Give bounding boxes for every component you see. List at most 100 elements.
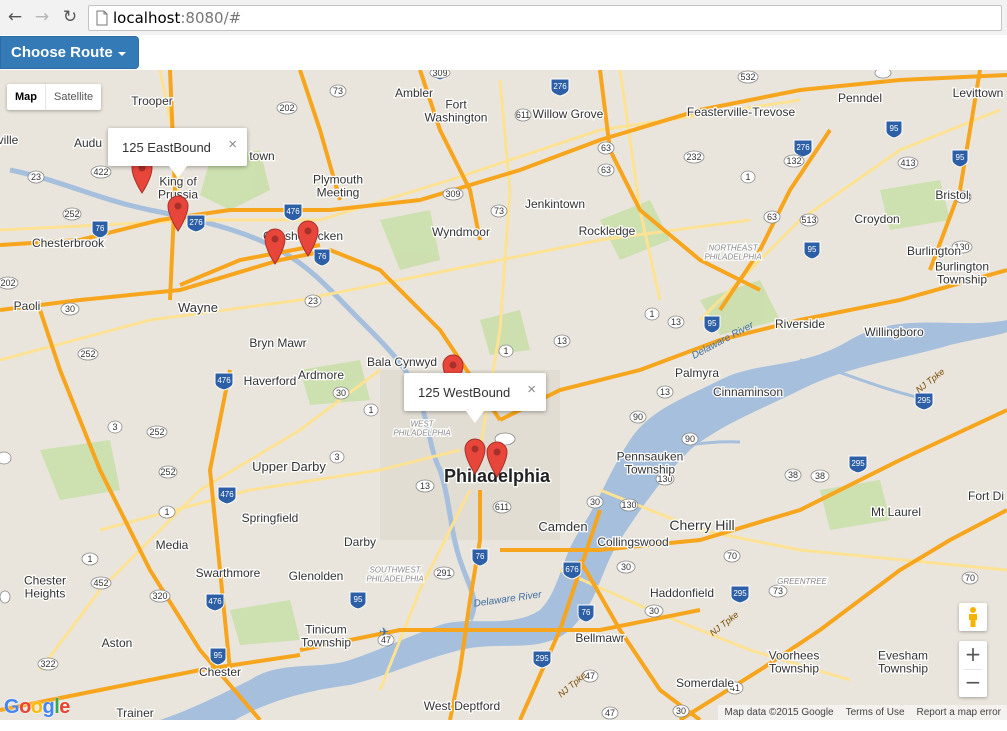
place-label: Willingboro [864,325,924,339]
caret-down-icon [117,51,126,56]
place-label: Chester [199,665,241,679]
place-label: Bellmawr [575,631,624,645]
map-type-map-button[interactable]: Map [7,84,45,110]
map-attribution: Map data ©2015 Google Terms of Use Repor… [718,705,1007,720]
address-bar[interactable]: localhost:8080/# [88,5,1002,31]
close-icon[interactable]: × [228,136,237,153]
map-type-control: Map Satellite [7,84,102,110]
place-label: Tinicum Township [301,623,351,650]
zoom-control: + − [959,641,987,697]
place-label: Chesterbrook [32,236,105,250]
browser-toolbar: ← → ↻ localhost:8080/# [0,0,1007,36]
place-label: Glenolden [289,569,344,583]
river-label: Delaware River [473,589,543,609]
place-label: Pennsauken Township [617,450,684,477]
place-label: Palmyra [675,366,719,380]
app-toolbar: Choose Route [0,35,1007,70]
place-label: Trooper [131,94,173,108]
place-label: Burlington Township [935,260,989,287]
place-label: NORTHEAST PHILADELPHIA [704,244,761,262]
place-label: Trainer [116,706,154,720]
info-window-tail [168,166,187,178]
place-label: Chester Heights [24,574,66,601]
place-label: Penndel [838,91,882,105]
url-text: localhost:8080/# [113,9,241,27]
place-label: Burlington [907,244,961,258]
url-path: :8080/# [180,9,242,27]
place-label: Haverford [244,374,297,388]
place-label: Willow Grove [533,107,604,121]
place-label: Darby [344,535,376,549]
route-marker[interactable] [264,227,286,265]
place-label: ville [0,133,19,147]
place-label: Wyndmoor [432,225,490,239]
page-icon [96,10,108,26]
place-label: Jenkintown [525,197,585,211]
place-label: Ardmore [298,368,344,382]
back-icon[interactable]: ← [5,7,25,27]
place-label: Upper Darby [252,459,326,474]
info-window-westbound: 125 WestBound × [404,373,546,423]
place-label: Feasterville-Trevose [687,105,796,119]
place-label: Fort Di [968,489,1004,503]
place-label: Somerdale [676,676,734,690]
place-label: GREENTREE [777,577,827,586]
report-error-link[interactable]: Report a map error [911,707,1007,718]
place-label: Audu [74,136,102,150]
place-label: Media [156,538,189,552]
route-marker[interactable] [297,219,319,257]
map-data-text: Map data ©2015 Google [724,707,834,718]
map-canvas[interactable]: 76 276 476 76 276 276 95 95 95 476 476 4… [0,70,1007,720]
info-window-title: 125 EastBound [122,139,211,155]
place-label: WEST PHILADELPHIA [393,420,450,438]
terms-link[interactable]: Terms of Use [840,707,911,718]
close-icon[interactable]: × [527,381,536,398]
place-label: Riverside [775,317,825,331]
place-label: Haddonfield [650,586,714,600]
info-window-title: 125 WestBound [418,384,511,400]
place-label: Evesham Township [878,649,928,676]
place-label: Bryn Mawr [249,336,306,350]
place-label: SOUTHWEST PHILADELPHIA [366,566,423,584]
map-type-satellite-button[interactable]: Satellite [45,84,101,110]
forward-icon[interactable]: → [32,7,52,27]
place-label: West Deptford [424,699,500,713]
choose-route-label: Choose Route [11,44,113,61]
place-label: Paoli [14,299,41,313]
place-label: Croydon [854,212,899,226]
place-label: Mt Laurel [871,505,921,519]
url-host: localhost [113,9,181,27]
reload-icon[interactable]: ↻ [60,7,80,27]
place-label: Aston [102,636,133,650]
pegman-icon[interactable] [959,603,987,631]
place-label: Cherry Hill [669,517,734,533]
route-marker[interactable] [167,194,189,232]
choose-route-button[interactable]: Choose Route [0,36,139,69]
place-label: Swarthmore [196,566,261,580]
place-label: Cinnaminson [713,385,783,399]
zoom-out-button[interactable]: − [959,669,987,697]
place-label: Levittown [953,86,1004,100]
info-window-tail [466,411,484,423]
zoom-divider [964,669,982,670]
google-logo[interactable]: Google [4,696,70,719]
place-label: Wayne [178,300,218,315]
zoom-in-button[interactable]: + [959,641,987,669]
river-label: Delaware River [690,320,756,362]
route-marker[interactable] [486,440,508,478]
route-marker[interactable] [464,437,486,475]
place-label: Fort Washington [425,98,488,125]
airport-icon: ✈ [379,625,389,639]
place-label: Springfield [242,511,299,525]
place-label: Camden [538,519,587,534]
place-label: Rockledge [579,224,636,238]
place-label: Plymouth Meeting [313,173,363,200]
place-label: Bala Cynwyd [367,355,437,369]
place-label: Collingswood [597,535,668,549]
place-label: Ambler [395,86,433,100]
place-label: Bristol [935,188,968,202]
place-label: town [249,149,274,163]
info-window-eastbound: 125 EastBound × [108,128,247,178]
road-label: NJ Tpke [556,670,588,699]
road-label: NJ Tpke [708,609,741,638]
